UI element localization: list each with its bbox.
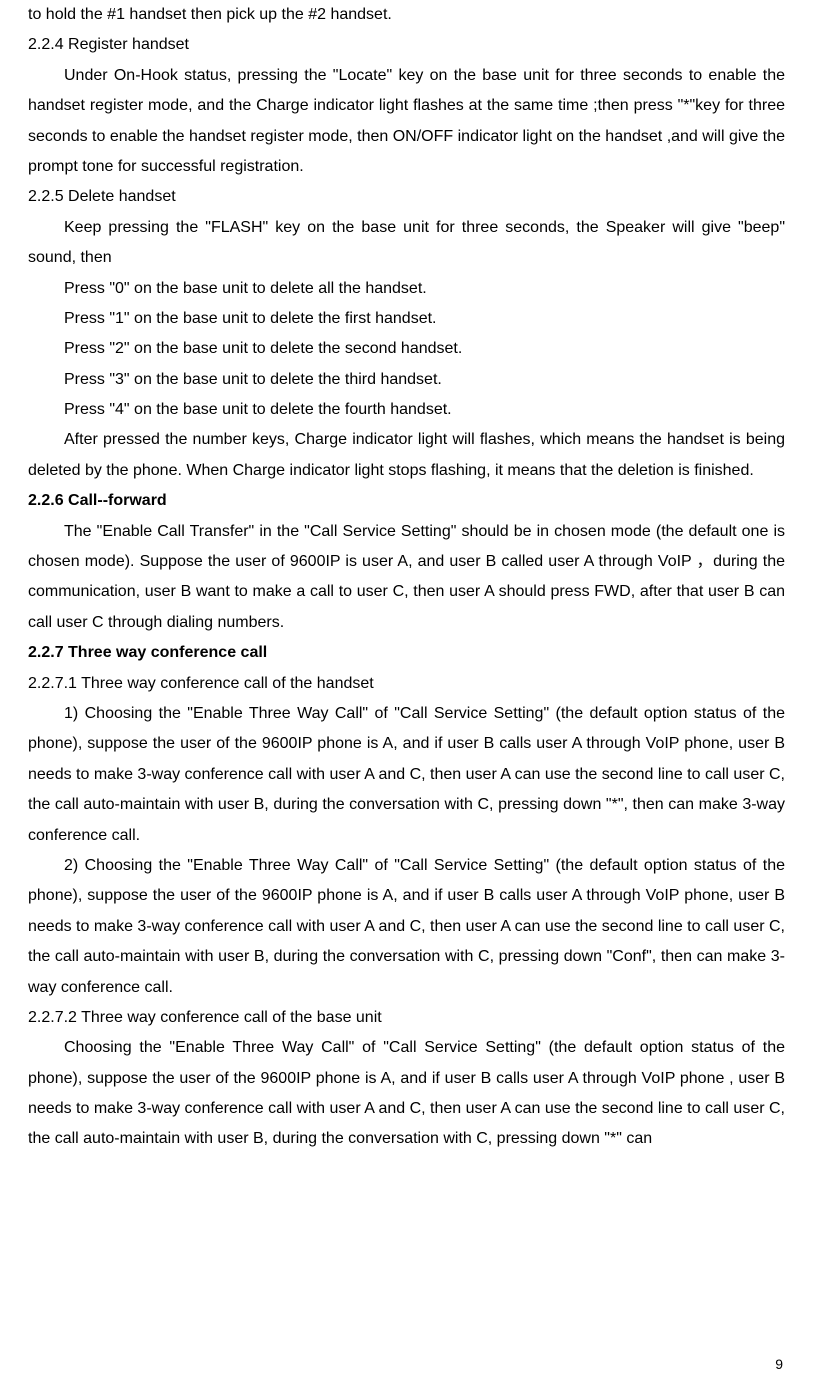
subsection-heading: 2.2.7.1 Three way conference call of the… — [28, 669, 785, 699]
body-text: The "Enable Call Transfer" in the "Call … — [28, 517, 785, 639]
body-text: Keep pressing the "FLASH" key on the bas… — [28, 213, 785, 274]
body-text: Choosing the "Enable Three Way Call" of … — [28, 1033, 785, 1155]
body-text: 1) Choosing the "Enable Three Way Call" … — [28, 699, 785, 851]
section-heading: 2.2.7 Three way conference call — [28, 638, 785, 668]
subsection-heading: 2.2.7.2 Three way conference call of the… — [28, 1003, 785, 1033]
page-number: 9 — [775, 1351, 783, 1378]
body-text: After pressed the number keys, Charge in… — [28, 425, 785, 486]
body-text: 2) Choosing the "Enable Three Way Call" … — [28, 851, 785, 1003]
body-text: Press "0" on the base unit to delete all… — [28, 274, 785, 304]
section-heading: 2.2.6 Call--forward — [28, 486, 785, 516]
section-heading: 2.2.4 Register handset — [28, 30, 785, 60]
section-heading: 2.2.5 Delete handset — [28, 182, 785, 212]
body-text: Press "2" on the base unit to delete the… — [28, 334, 785, 364]
body-text: Under On-Hook status, pressing the "Loca… — [28, 61, 785, 183]
body-text: Press "1" on the base unit to delete the… — [28, 304, 785, 334]
body-text: Press "3" on the base unit to delete the… — [28, 365, 785, 395]
body-text: to hold the #1 handset then pick up the … — [28, 0, 785, 30]
body-text: Press "4" on the base unit to delete the… — [28, 395, 785, 425]
